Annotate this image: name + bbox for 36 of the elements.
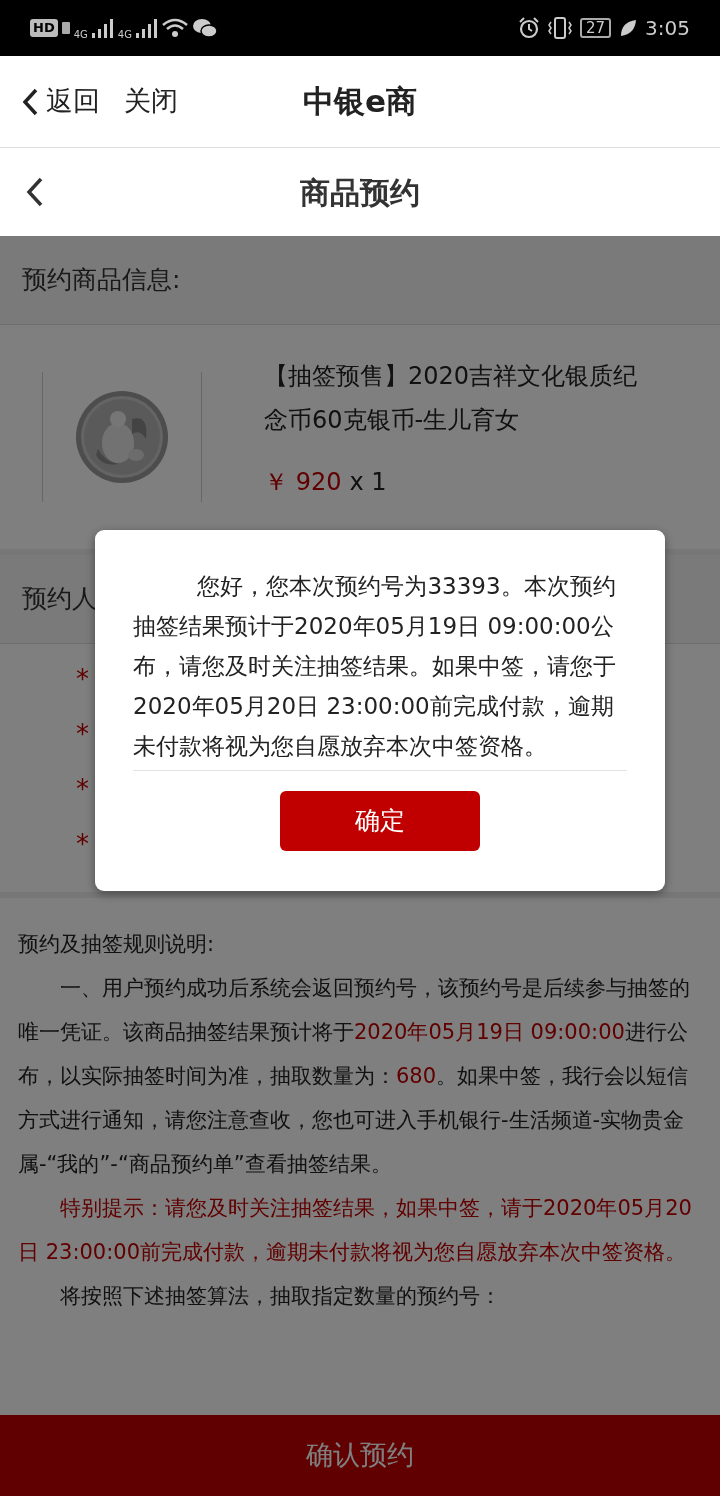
ok-button[interactable]: 确定 xyxy=(280,791,480,851)
product-name: 【抽签预售】2020吉祥文化银质纪念币60克银币-生儿育女 xyxy=(264,361,639,436)
leaf-icon xyxy=(619,18,638,38)
network-label: 4G xyxy=(117,30,132,40)
confirm-button[interactable]: 确认预约 xyxy=(0,1415,720,1496)
signal-icon xyxy=(91,18,114,38)
chevron-left-icon xyxy=(22,87,38,116)
rules-paragraph: 特别提示：请您及时关注抽签结果，如果中签，请于2020年05月20日 23:00:00前完成付款，逾期未付款将视为您自愿放弃本次中签资格。 xyxy=(18,1195,693,1266)
page-title: 商品预约 xyxy=(300,174,420,210)
chat-icon xyxy=(191,17,218,39)
required-mark: * xyxy=(76,663,89,696)
sim-icon xyxy=(61,22,70,34)
hd-label: HD xyxy=(30,19,58,37)
required-mark: * xyxy=(76,718,89,751)
rules-paragraph: 将按照下述抽签算法，抽取指定数量的预约号： xyxy=(59,1283,502,1310)
back-link[interactable]: 返回 xyxy=(22,81,100,122)
rules-paragraph: 一、用户预约成功后系统会返回预约号，该预约号是后续参与抽签的唯一凭证。该商品抽签结果预计将于2020年05月19日 09:00:00进行公布，以实际抽签时间为准，抽取数量为：680。如果中签，我行会以短信方式进行通知，请您注意查收，您也可进入手机银行-生活频道-实物贵金属-“我的”-“商品预约单”查看抽签结果。 xyxy=(18,975,691,1178)
wifi-icon xyxy=(161,18,188,38)
app-title: 中银e商 xyxy=(303,83,417,120)
quantity: x 1 xyxy=(349,467,387,498)
alarm-icon xyxy=(518,17,540,39)
dialog-message: 您好，您本次预约号为33393。本次预约抽签结果预计于2020年05月19日 09:00:00公布，请您及时关注抽签结果。如果中签，请您于2020年05月20日 23:00:00前完成付款，逾期未付款将视为您自愿放弃本次中签资格。 xyxy=(133,566,627,771)
clock: 3:05 xyxy=(645,15,690,42)
product-price: ￥ 920 xyxy=(264,467,342,498)
battery-indicator: 27 xyxy=(580,18,612,38)
signal-icon xyxy=(135,18,158,38)
network-label: 4G xyxy=(73,30,88,40)
back-button[interactable] xyxy=(26,177,44,207)
required-mark: * xyxy=(76,828,89,861)
required-mark: * xyxy=(76,773,89,806)
rules-heading: 预约及抽签规则说明: xyxy=(18,931,216,958)
section-heading: 预约人 xyxy=(22,583,97,616)
vibrate-icon xyxy=(548,17,572,39)
chevron-left-icon xyxy=(26,177,44,207)
section-heading: 预约商品信息: xyxy=(22,264,181,297)
close-link[interactable]: 关闭 xyxy=(124,81,178,122)
